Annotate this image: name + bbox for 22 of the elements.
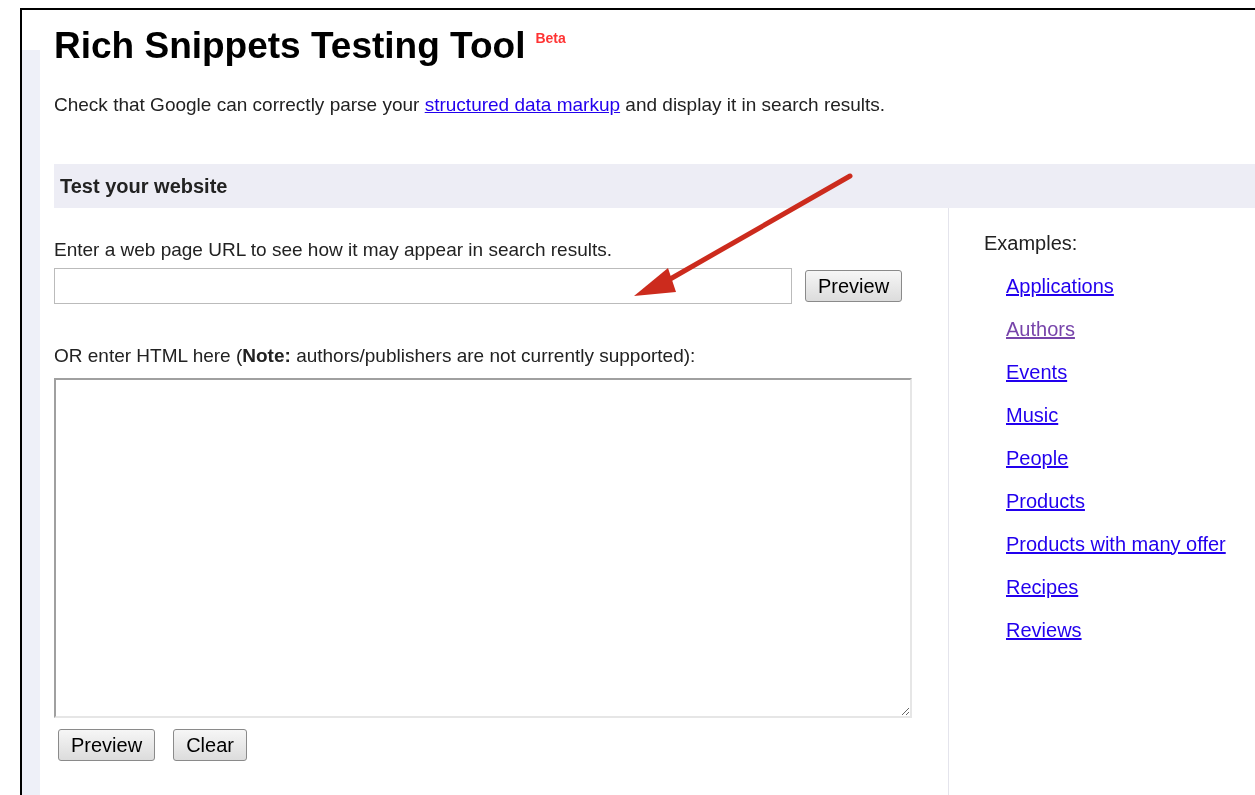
example-link[interactable]: Authors: [1006, 315, 1255, 342]
example-link[interactable]: Applications: [1006, 272, 1255, 299]
page-title: Rich Snippets Testing Tool: [54, 24, 526, 68]
example-link[interactable]: People: [1006, 444, 1255, 471]
example-link[interactable]: Products: [1006, 487, 1255, 514]
example-link[interactable]: Reviews: [1006, 616, 1255, 643]
examples-title: Examples:: [984, 230, 1079, 256]
example-link[interactable]: Music: [1006, 401, 1255, 428]
url-label: Enter a web page URL to see how it may appear in search results.: [54, 237, 613, 262]
html-label: OR enter HTML here (Note: authors/publishers are not currently supported):: [54, 343, 697, 368]
example-link[interactable]: Products with many offer: [1006, 530, 1255, 557]
intro-text: Check that Google can correctly parse your structured data markup and display it in search results.: [54, 93, 887, 117]
structured-data-link[interactable]: structured data markup: [424, 94, 621, 115]
preview-button[interactable]: Preview: [805, 269, 903, 302]
section-title: Test your website: [60, 173, 228, 199]
html-field[interactable]: [54, 377, 912, 718]
example-link[interactable]: Recipes: [1006, 573, 1255, 600]
url-field[interactable]: [54, 267, 792, 304]
form-button[interactable]: Preview: [58, 728, 156, 761]
form-button[interactable]: Clear: [173, 728, 247, 761]
example-link[interactable]: Events: [1006, 358, 1255, 385]
beta-label: Beta: [535, 29, 566, 48]
